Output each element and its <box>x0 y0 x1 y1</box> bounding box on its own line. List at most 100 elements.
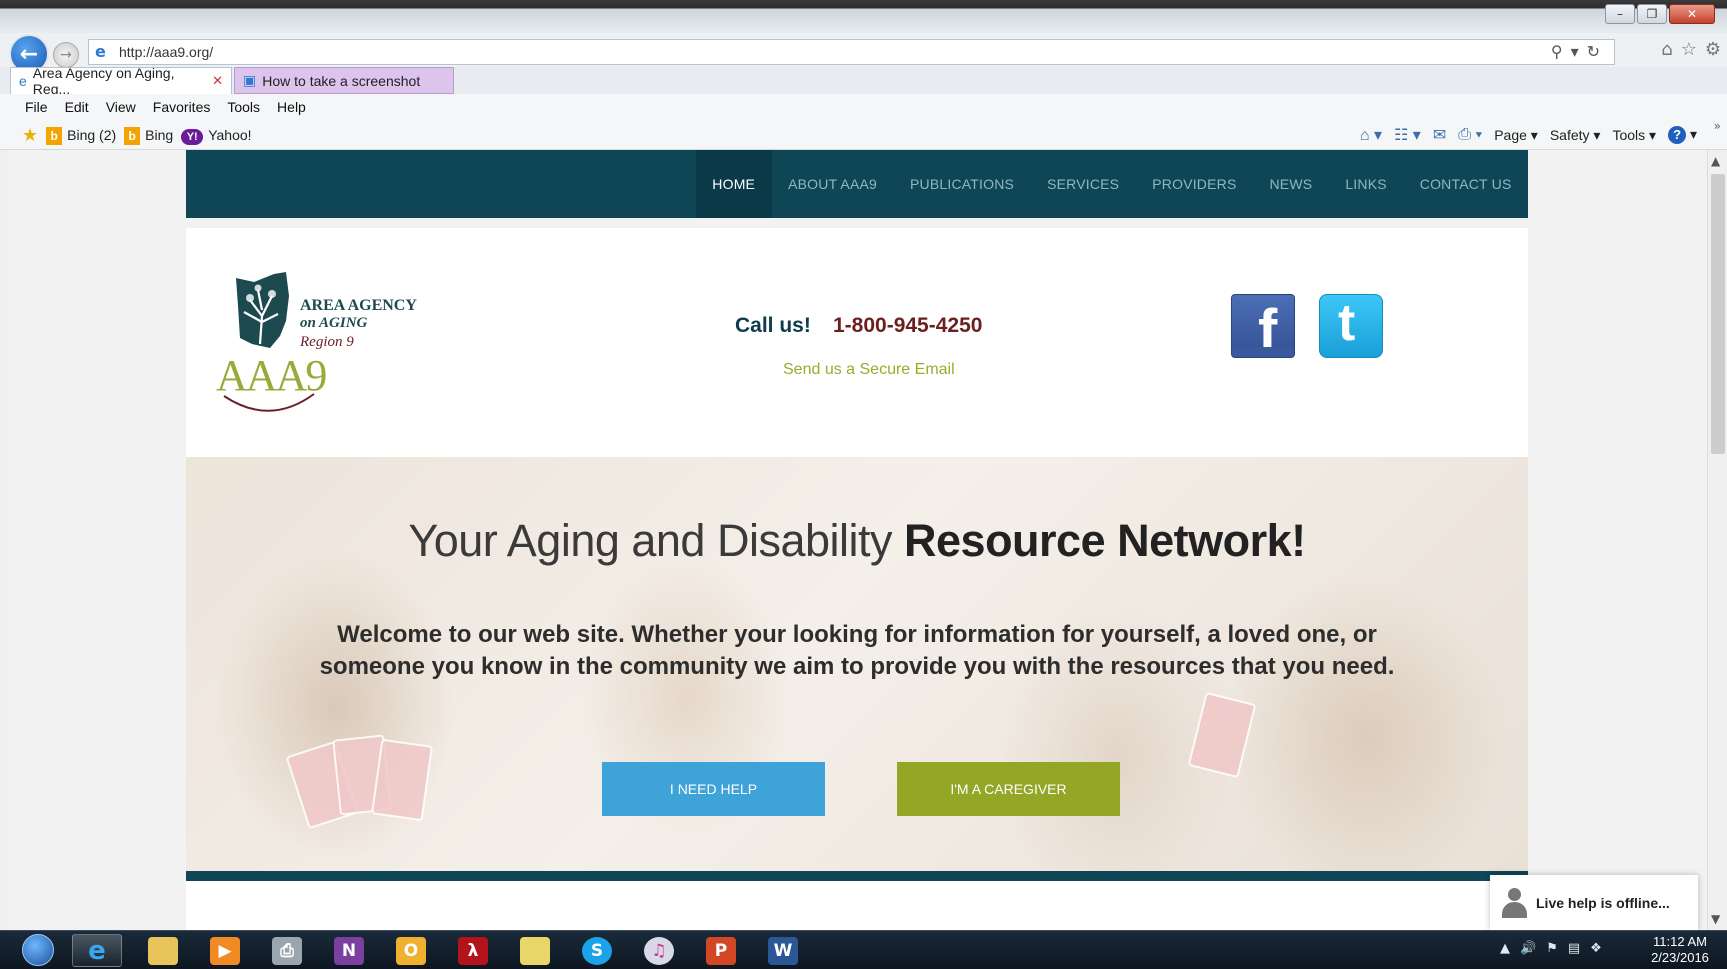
tab-screenshot[interactable]: ▣ How to take a screenshot <box>234 67 454 94</box>
nav-publications[interactable]: PUBLICATIONS <box>894 150 1031 218</box>
media-player-icon: ▶ <box>210 936 240 965</box>
taskbar-onenote[interactable]: N <box>324 934 374 967</box>
command-bar: ⌂ ▾ ☷ ▾ ✉ ⎙ ▾ Page ▾ Safety ▾ Tools ▾ ? … <box>1360 125 1697 145</box>
home-cmd-icon[interactable]: ⌂ ▾ <box>1360 125 1382 145</box>
taskbar-clock[interactable]: 11:12 AM 2/23/2016 <box>1640 934 1720 966</box>
live-help-text: Live help is offline... <box>1536 894 1670 911</box>
search-icon[interactable]: ⚲ <box>1551 42 1563 61</box>
aaa9-logo[interactable]: AREA AGENCY on AGING Region 9 AAA9 <box>214 266 444 416</box>
network-icon[interactable]: ▤ <box>1568 941 1580 956</box>
person-icon <box>1500 887 1528 918</box>
taskbar-notes[interactable] <box>510 934 560 967</box>
site-container: HOME ABOUT AAA9 PUBLICATIONS SERVICES PR… <box>186 150 1528 930</box>
scroll-down-icon[interactable]: ▼ <box>1711 912 1720 926</box>
favorite-label: Bing <box>145 126 174 143</box>
tray-expand-icon[interactable]: ▲ <box>1500 941 1510 956</box>
add-favorite-star-icon[interactable]: ★ <box>22 125 38 146</box>
taskbar-powerpoint[interactable]: P <box>696 934 746 967</box>
nav-providers[interactable]: PROVIDERS <box>1136 150 1253 218</box>
welcome-text: Welcome to our web site. Whether your lo… <box>319 621 1395 680</box>
safety-menu[interactable]: Safety ▾ <box>1550 127 1601 144</box>
taskbar-printer[interactable]: ⎙ <box>262 934 312 967</box>
scroll-up-icon[interactable]: ▲ <box>1711 154 1720 168</box>
taskbar-itunes[interactable]: ♫ <box>634 934 684 967</box>
chevron-more-icon[interactable]: » <box>1714 119 1721 133</box>
page-scrollbar[interactable]: ▲ ▼ <box>1707 150 1727 930</box>
taskbar-acrobat[interactable]: λ <box>448 934 498 967</box>
caregiver-button[interactable]: I'M A CAREGIVER <box>897 762 1120 816</box>
menu-help[interactable]: Help <box>277 99 306 115</box>
home-icon[interactable]: ⌂ <box>1661 39 1672 60</box>
refresh-icon[interactable]: ↻ <box>1587 42 1600 61</box>
logo-line2: on AGING <box>300 315 368 331</box>
dropdown-icon[interactable]: ▾ <box>1571 42 1579 61</box>
twitter-button[interactable]: t <box>1319 294 1383 358</box>
live-help-widget[interactable]: Live help is offline... <box>1490 875 1698 930</box>
minimize-button[interactable]: – <box>1605 4 1635 24</box>
taskbar-skype[interactable]: S <box>572 934 622 967</box>
start-button[interactable] <box>14 932 62 968</box>
gear-icon[interactable]: ⚙ <box>1705 39 1721 60</box>
favorite-bing[interactable]: b Bing <box>124 126 174 145</box>
favorites-star-icon[interactable]: ☆ <box>1681 39 1697 60</box>
page-menu[interactable]: Page ▾ <box>1494 127 1538 144</box>
logo-mark: AAA9 <box>216 351 326 400</box>
print-icon[interactable]: ⎙ ▾ <box>1458 126 1482 144</box>
dropbox-icon[interactable]: ❖ <box>1590 941 1602 956</box>
phone-number[interactable]: 1-800-945-4250 <box>833 314 982 338</box>
menu-tools[interactable]: Tools <box>227 99 260 115</box>
nav-links[interactable]: LINKS <box>1329 150 1403 218</box>
tab-label: Area Agency on Aging, Reg... <box>32 65 175 97</box>
taskbar-explorer[interactable] <box>138 934 188 967</box>
i-need-help-button[interactable]: I NEED HELP <box>602 762 825 816</box>
menu-favorites[interactable]: Favorites <box>153 99 211 115</box>
nav-about[interactable]: ABOUT AAA9 <box>772 150 894 218</box>
page-below-fold <box>186 881 1528 930</box>
taskbar-ie[interactable]: e <box>72 934 122 967</box>
favorite-bing-2[interactable]: b Bing (2) <box>46 126 116 145</box>
close-window-button[interactable]: ✕ <box>1669 4 1715 24</box>
playing-card-image <box>370 738 434 822</box>
volume-icon[interactable]: 🔊 <box>1520 941 1536 956</box>
taskbar-word[interactable]: W <box>758 934 808 967</box>
nav-news[interactable]: NEWS <box>1253 150 1329 218</box>
favorite-yahoo[interactable]: Y! Yahoo! <box>181 127 252 145</box>
browser-nav-icons: ⌂ ☆ ⚙ <box>1661 39 1721 60</box>
taskbar-outlook[interactable]: O <box>386 934 436 967</box>
restore-button[interactable]: ❐ <box>1637 4 1667 24</box>
nav-home[interactable]: HOME <box>695 150 772 218</box>
menu-view[interactable]: View <box>106 99 136 115</box>
printer-icon: ⎙ <box>272 936 302 965</box>
mail-icon[interactable]: ✉ <box>1433 125 1446 145</box>
favorites-bar: ★ b Bing (2) b Bing Y! Yahoo! ⌂ ▾ ☷ ▾ ✉ ⎙ ▾… <box>0 119 1727 150</box>
feeds-icon[interactable]: ☷ ▾ <box>1394 125 1421 145</box>
ie-tab-icon: e <box>19 73 27 89</box>
secure-email-link[interactable]: Send us a Secure Email <box>783 361 955 379</box>
outlook-icon: O <box>396 936 426 965</box>
scroll-thumb[interactable] <box>1711 174 1725 454</box>
person-icon-body <box>1502 901 1527 918</box>
yahoo-icon: Y! <box>181 128 204 145</box>
taskbar-media[interactable]: ▶ <box>200 934 250 967</box>
page-viewport: HOME ABOUT AAA9 PUBLICATIONS SERVICES PR… <box>8 150 1707 930</box>
tab-aaa9[interactable]: e Area Agency on Aging, Reg... ✕ <box>10 65 232 97</box>
action-center-flag-icon[interactable]: ⚑ <box>1546 941 1558 956</box>
tools-menu[interactable]: Tools ▾ <box>1612 127 1656 144</box>
help-icon: ? <box>1668 126 1687 144</box>
ohio-tree-logo-icon: AREA AGENCY on AGING Region 9 AAA9 <box>216 272 417 412</box>
menu-file[interactable]: File <box>25 99 48 115</box>
clock-date: 2/23/2016 <box>1651 950 1709 965</box>
menu-edit[interactable]: Edit <box>65 99 89 115</box>
help-menu[interactable]: ? ▾ <box>1668 126 1697 144</box>
nav-contact[interactable]: CONTACT US <box>1403 150 1528 218</box>
clock-time: 11:12 AM <box>1653 934 1707 949</box>
system-tray: ▲ 🔊 ⚑ ▤ ❖ <box>1500 941 1602 956</box>
facebook-button[interactable]: f <box>1231 294 1295 358</box>
url-text[interactable]: http://aaa9.org/ <box>119 44 213 60</box>
close-tab-icon[interactable]: ✕ <box>212 73 223 89</box>
hero-title-bold: Resource Network! <box>904 515 1306 566</box>
address-bar[interactable]: e http://aaa9.org/ ⚲ ▾ ↻ <box>88 39 1615 65</box>
folder-icon <box>148 936 178 965</box>
tab-row: e Area Agency on Aging, Reg... ✕ ▣ How t… <box>0 65 1727 97</box>
nav-services[interactable]: SERVICES <box>1031 150 1136 218</box>
